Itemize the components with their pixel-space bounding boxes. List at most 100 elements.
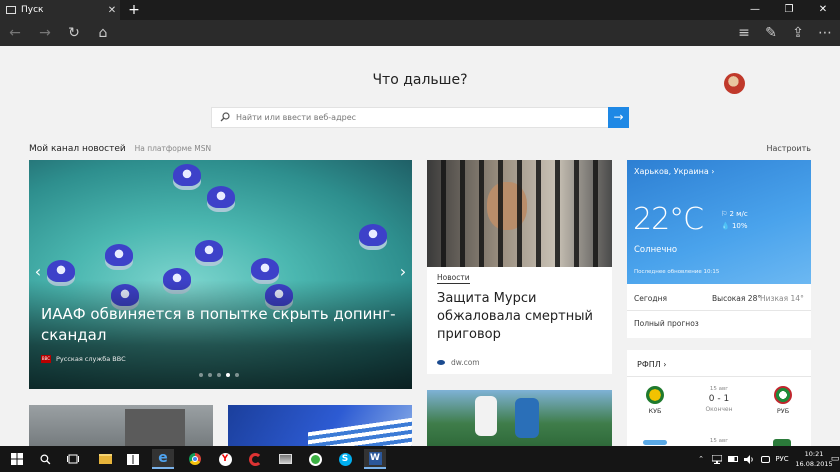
avatar[interactable] [724, 73, 745, 94]
news-image-player [475, 396, 497, 436]
feed-title: Мой канал новостей [29, 144, 126, 154]
clock-date: 16.08.2015 [795, 460, 833, 468]
ccleaner-taskbar-button[interactable] [244, 449, 266, 469]
news-headline[interactable]: Защита Мурси обжаловала смертный пригово… [437, 290, 607, 344]
speech-icon[interactable] [758, 446, 772, 472]
minimize-button[interactable]: — [738, 0, 772, 20]
edge-taskbar-button[interactable]: e [152, 449, 174, 469]
skype-taskbar-button[interactable]: S [334, 449, 356, 469]
ccleaner-icon [248, 452, 262, 466]
match-info: 15 авг 0 - 1 Окончен [687, 386, 751, 413]
hero-headline[interactable]: ИААФ обвиняется в попытке скрыть допинг-… [41, 304, 401, 346]
next-match-row: 15 авг [627, 438, 811, 446]
search-input[interactable] [236, 110, 606, 125]
store-button[interactable] [122, 449, 144, 469]
skype-icon: S [338, 452, 352, 466]
maximize-button[interactable]: ❐ [772, 0, 806, 20]
hero-prev-button[interactable]: ‹ [31, 262, 45, 281]
divider [627, 376, 811, 377]
weather-panel: Харьков, Украина › 22°C ⚐ 2 м/с 💧 10% Со… [627, 160, 811, 284]
carousel-dot[interactable] [217, 373, 221, 377]
app-taskbar-button[interactable] [274, 449, 296, 469]
customize-link[interactable]: Настроить [766, 144, 811, 153]
refresh-button[interactable]: ↻ [59, 20, 89, 46]
word-taskbar-button[interactable]: W [364, 449, 386, 469]
next-match-date: 15 авг [709, 438, 729, 444]
full-forecast-link[interactable]: Полный прогноз [634, 319, 699, 328]
chrome-taskbar-button[interactable] [184, 449, 206, 469]
news-source-name: dw.com [451, 358, 480, 367]
network-icon[interactable] [710, 446, 724, 472]
weather-wind: ⚐ 2 м/с [721, 210, 748, 218]
carousel-dots [199, 373, 239, 377]
more-button[interactable]: ⋯ [810, 20, 840, 46]
news-image-flag [308, 417, 412, 446]
news-category[interactable]: Новости [437, 273, 470, 284]
news-card-image [427, 160, 612, 267]
app-icon [278, 454, 292, 464]
zenit-crest-icon [643, 440, 667, 445]
page-title: Что дальше? [372, 72, 468, 88]
news-image-bars [427, 160, 612, 267]
file-explorer-button[interactable] [94, 449, 116, 469]
carousel-dot[interactable] [235, 373, 239, 377]
today-low: Низкая 14° [760, 294, 804, 303]
carousel-dot[interactable] [226, 373, 230, 377]
weather-card[interactable]: Харьков, Украина › 22°C ⚐ 2 м/с 💧 10% Со… [627, 160, 811, 338]
hero-image-vial [47, 260, 75, 282]
hero-image-vial [251, 258, 279, 280]
search-taskbar-button[interactable] [34, 449, 56, 469]
home-button[interactable]: ⌂ [88, 20, 118, 46]
chrome-icon [189, 453, 201, 465]
yandex-taskbar-button[interactable]: Y [214, 449, 236, 469]
page-icon [6, 6, 16, 14]
weather-city[interactable]: Харьков, Украина › [634, 167, 714, 176]
input-language-button[interactable]: РУС [772, 446, 792, 472]
web-note-button[interactable]: ✎ [756, 20, 786, 46]
hero-news-card[interactable]: ‹ › ИААФ обвиняется в попытке скрыть доп… [29, 160, 412, 389]
home-team: КУБ [635, 386, 675, 415]
rfpl-title[interactable]: РФПЛ › [637, 360, 666, 369]
hero-source: BBC Русская служба BBC [41, 355, 126, 363]
battery-icon[interactable] [726, 446, 740, 472]
feed-platform: На платформе MSN [134, 144, 212, 153]
sports-card-partial[interactable] [427, 390, 612, 446]
news-card[interactable]: Новости Защита Мурси обжаловала смертный… [427, 160, 612, 374]
hero-next-button[interactable]: › [396, 262, 410, 281]
hub-button[interactable]: ≡ [729, 20, 759, 46]
volume-icon[interactable] [742, 446, 756, 472]
hero-image-vial [173, 164, 201, 186]
today-label: Сегодня [634, 294, 667, 303]
bbc-logo: BBC [41, 355, 51, 363]
chat-icon [308, 452, 322, 466]
action-center-button[interactable]: ▭ [830, 446, 840, 472]
start-button[interactable] [6, 449, 28, 469]
new-tab-button[interactable]: + [126, 2, 142, 18]
close-window-button[interactable]: ✕ [806, 0, 840, 20]
news-card-partial[interactable] [228, 405, 412, 446]
hero-source-name: Русская служба BBC [56, 355, 126, 363]
task-view-button[interactable] [62, 449, 84, 469]
task-view-icon [67, 454, 79, 464]
start-page: Что дальше? → Мой канал новостей На плат… [0, 46, 840, 446]
close-tab-icon[interactable]: ✕ [104, 5, 120, 16]
taskbar-clock[interactable]: 10:21 16.08.2015 [794, 449, 834, 469]
carousel-dot[interactable] [199, 373, 203, 377]
news-source: dw.com [437, 358, 480, 367]
show-hidden-icons-button[interactable]: ⌃ [694, 446, 708, 472]
weather-condition: Солнечно [634, 245, 678, 255]
navigation-bar: ← → ↻ ⌂ ≡ ✎ ⇪ ⋯ [0, 20, 840, 46]
news-card-partial[interactable] [29, 405, 213, 446]
edge-icon: e [158, 450, 168, 466]
away-team: РУБ [763, 386, 803, 415]
share-button[interactable]: ⇪ [783, 20, 813, 46]
tab-start[interactable]: Пуск ✕ [0, 0, 120, 20]
messenger-taskbar-button[interactable] [304, 449, 326, 469]
weather-today-row: Сегодня Высокая 28° Низкая 14° [634, 294, 804, 303]
match-date: 15 авг [709, 386, 729, 392]
back-button[interactable]: ← [0, 20, 30, 46]
forward-button[interactable]: → [30, 20, 60, 46]
rfpl-scores-card[interactable]: РФПЛ › КУБ 15 авг 0 - 1 Окончен РУБ 15 а… [627, 350, 811, 446]
carousel-dot[interactable] [208, 373, 212, 377]
search-go-button[interactable]: → [608, 107, 629, 128]
